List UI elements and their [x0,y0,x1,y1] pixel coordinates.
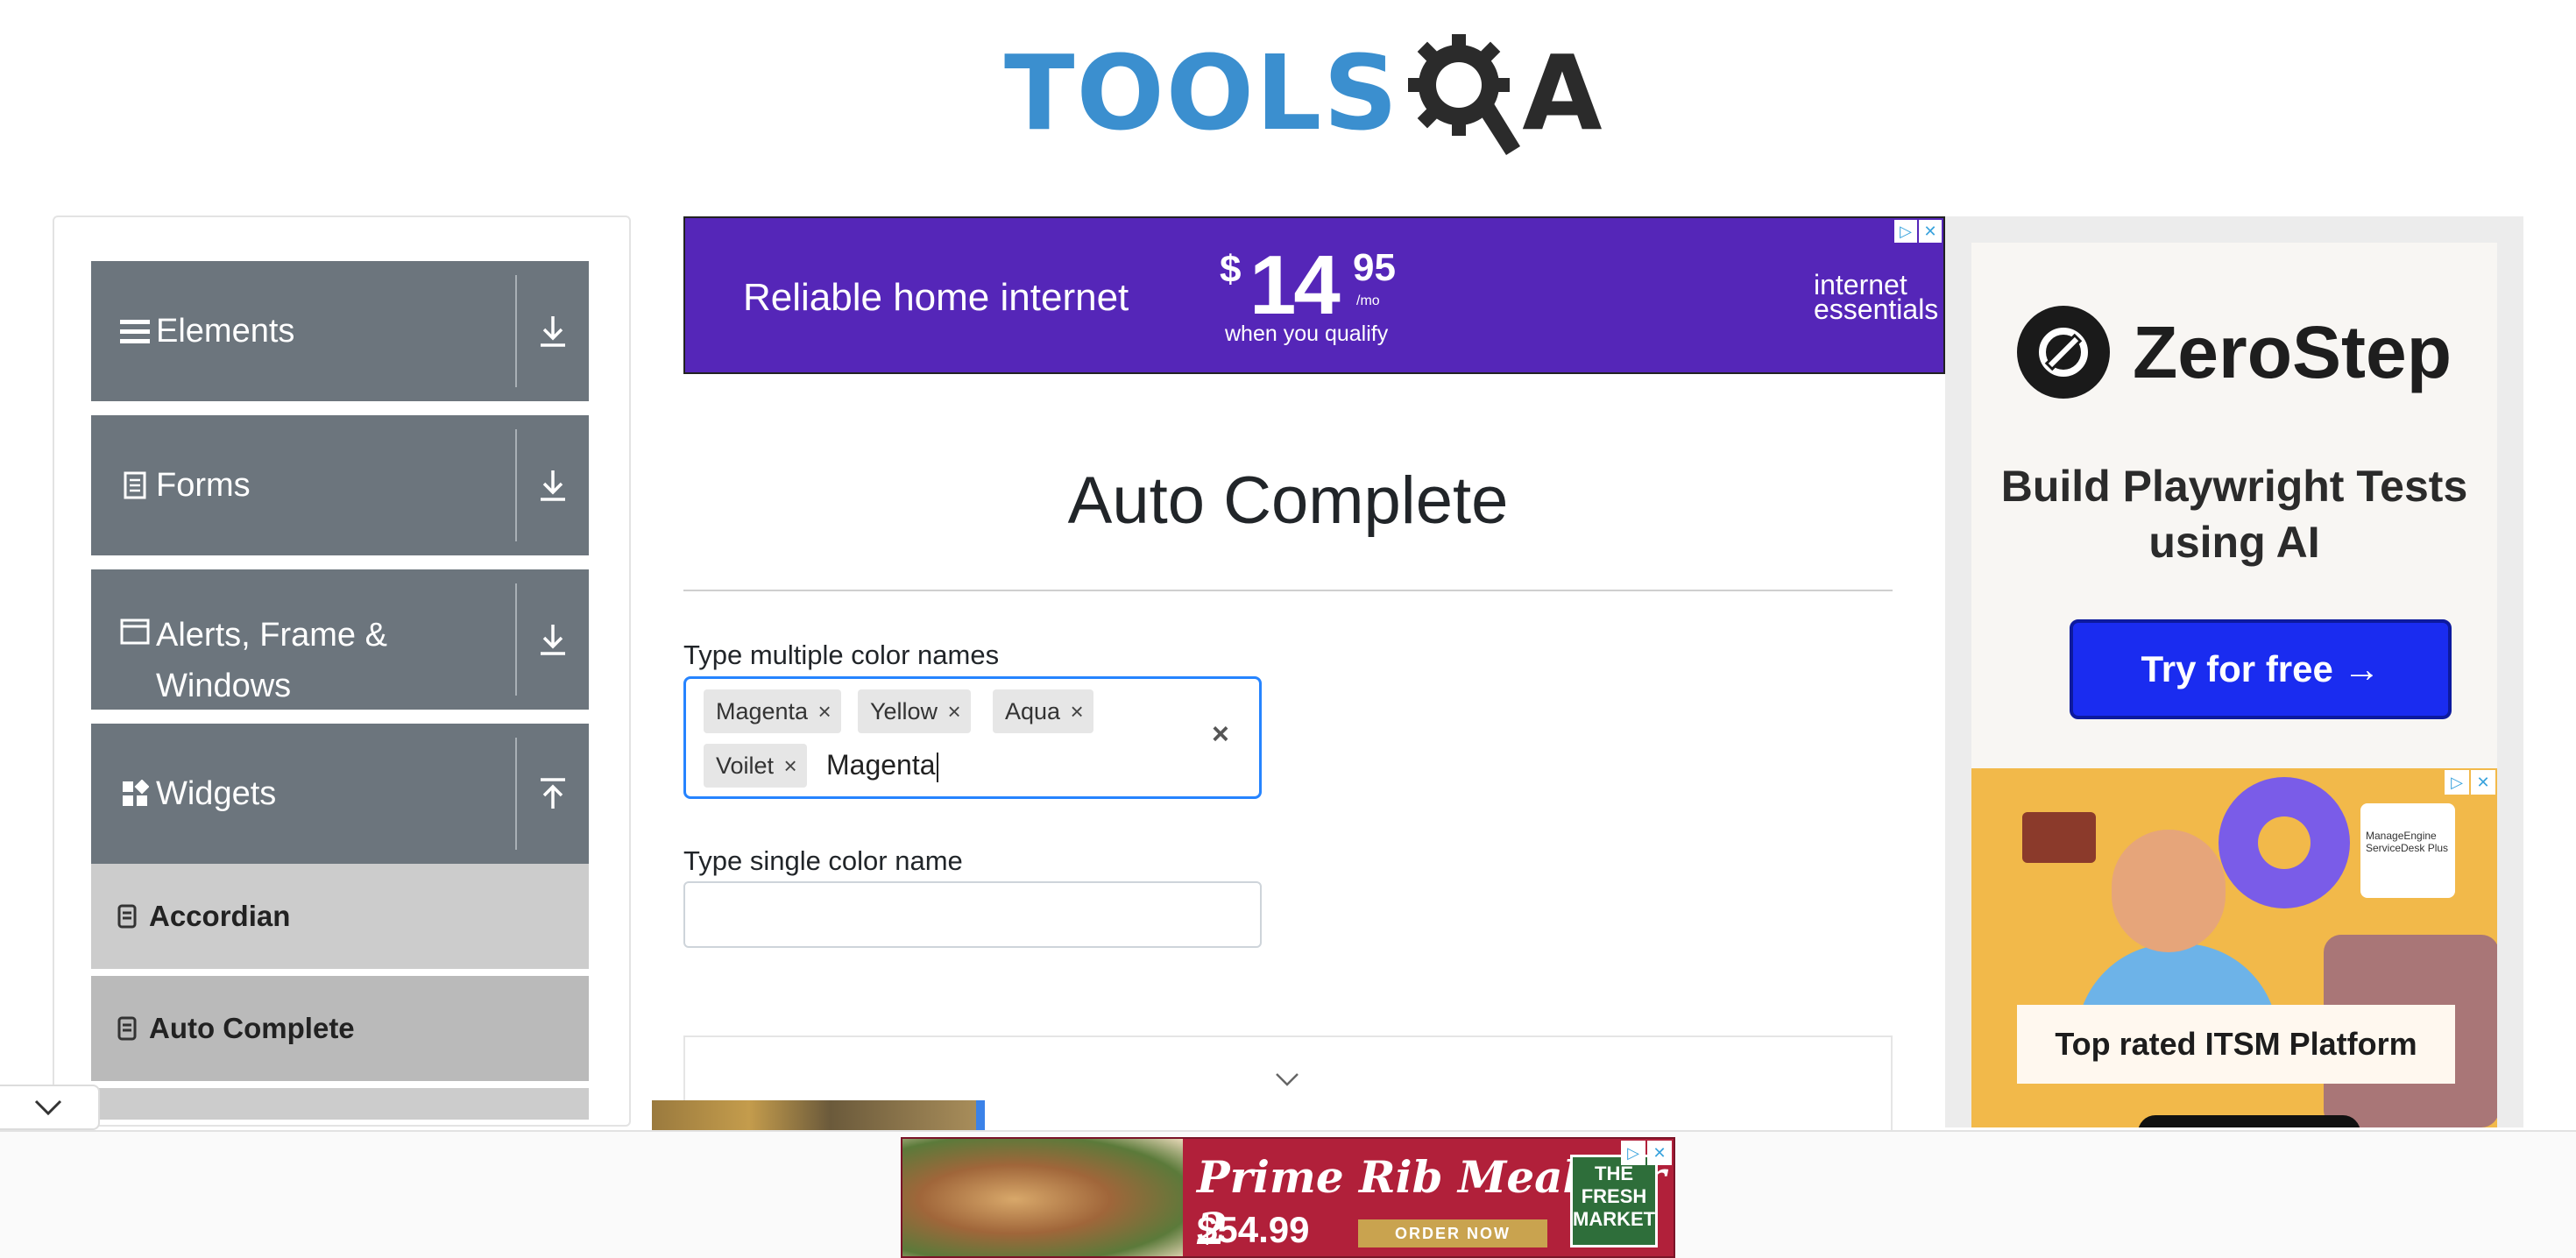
sidebar-item-accordian[interactable]: Accordian [91,864,589,972]
download-icon[interactable] [517,415,589,555]
clear-all-icon[interactable]: × [1212,717,1229,752]
chevron-down-icon [34,1099,62,1116]
widgets-icon [117,780,152,808]
agent-illustration-head [2112,830,2226,952]
fresh-market-logo: THE FRESH MARKET [1570,1155,1658,1247]
zerostep-headline: Build Playwright Tests using AI [2000,462,2468,567]
adchoices-icon[interactable]: ▷ [1894,220,1917,243]
ad-choices[interactable]: ▷ ✕ [1894,220,1942,243]
adchoices-icon[interactable]: ▷ [2445,770,2469,795]
video-thumbnail[interactable] [652,1100,976,1130]
try-for-free-button[interactable]: Try for free → [2070,619,2452,719]
logo-qa-mark: A [1405,27,1603,159]
ad-price-cents: 95 [1353,246,1396,289]
sidebar-group-elements[interactable]: Elements [91,261,589,401]
document-icon [117,471,152,499]
list-icon [117,1016,142,1041]
ad-choices[interactable]: ▷ ✕ [2445,770,2495,795]
window-icon [117,618,152,645]
chip-label: Aqua [1005,697,1061,724]
itsm-cta-button[interactable] [2138,1115,2360,1127]
remove-chip-icon[interactable]: × [1060,698,1093,725]
bottom-ad-price: $54.99 [1197,1209,1310,1250]
page-title: Auto Complete [1067,463,1509,538]
sidebar-group-label: Elements [156,313,295,350]
sidebar-group-label: Widgets [156,775,277,812]
close-icon[interactable]: ✕ [2471,770,2495,795]
sidebar-item-next[interactable] [91,1088,589,1123]
adchoices-icon[interactable]: ▷ [1621,1141,1645,1165]
chip-label: Yellow [870,697,938,724]
zerostep-logo: ZeroStep [2017,306,2452,399]
text-caret [936,752,938,782]
gear-hole [2258,816,2311,869]
chevron-down-icon[interactable] [1274,1071,1300,1088]
zerostep-logo-icon [2017,306,2110,399]
download-icon[interactable] [517,569,589,710]
hamburger-icon [117,318,152,344]
magnifier-gear-icon [1408,34,1521,155]
ad-brand: internet essentials [1814,271,1939,325]
single-color-label: Type single color name [683,845,963,876]
sidebar-group-label: Alerts, Frame & Windows [156,617,387,704]
ad-qualify: when you qualify [1225,322,1389,346]
top-ad-banner[interactable]: Reliable home internet $ 14 95 /mo when … [683,216,1945,374]
sidebar-group-alerts[interactable]: Alerts, Frame & Windows [91,569,589,710]
download-icon[interactable] [517,261,589,401]
zerostep-brand: ZeroStep [2133,310,2452,393]
color-chip: Magenta × [704,689,842,733]
color-chip: Yellow × [858,689,972,733]
collapse-toggle[interactable] [0,1085,100,1130]
left-sidebar: Elements Forms Alerts, Frame & Windows W… [53,216,631,1127]
right-ad-column: ZeroStep Build Playwright Tests using AI… [1945,216,2523,1127]
sidebar-item-label: Accordian [149,900,291,932]
itsm-headline: Top rated ITSM Platform [2017,1005,2455,1084]
remove-chip-icon[interactable]: × [808,698,841,725]
ad-headline: Reliable home internet [743,276,1129,319]
food-image [902,1139,1183,1256]
color-chip: Aqua × [993,689,1094,733]
sidebar-group-forms[interactable]: Forms [91,415,589,555]
list-icon [117,904,142,929]
bottom-ad-banner[interactable]: Prime Rib Meal for 2 $54.99 ORDER NOW TH… [901,1137,1675,1258]
sidebar-group-label: Forms [156,467,251,504]
ad-price-dollar: $ [1220,248,1242,291]
toolsqa-logo[interactable]: TOOLS A [1004,25,1603,161]
close-icon[interactable]: ✕ [1919,220,1942,243]
chip-label: Magenta [716,697,809,724]
multi-color-input[interactable]: Magenta × Yellow × Aqua × Voilet × Magen… [683,676,1262,799]
close-icon[interactable]: ✕ [1647,1141,1672,1165]
single-color-input[interactable] [683,881,1262,948]
chip-label: Voilet [716,752,775,779]
ad-price-main: 14 [1249,238,1341,332]
ad-brand-line: essentials [1814,293,1939,325]
servicedesk-card: ManageEngine ServiceDesk Plus [2360,803,2455,898]
sidebar-item-label: Auto Complete [149,1012,355,1044]
remove-chip-icon[interactable]: × [938,698,971,725]
ad-choices[interactable]: ▷ ✕ [1621,1141,1672,1165]
logo-a-text: A [1522,32,1603,153]
typed-value: Magenta [826,749,936,781]
upload-icon[interactable] [517,724,589,864]
order-now-button[interactable]: ORDER NOW [1358,1219,1547,1247]
video-thumbnail-edge [976,1100,985,1130]
chat-bubble-icon [2022,812,2096,863]
color-chip: Voilet × [704,744,808,788]
sidebar-item-auto-complete[interactable]: Auto Complete [91,976,589,1085]
multi-color-typed-text[interactable]: Magenta [826,749,938,782]
logo-tools-text: TOOLS [1004,32,1400,153]
multi-color-label: Type multiple color names [683,640,1000,670]
sidebar-group-widgets[interactable]: Widgets [91,724,589,864]
title-divider [683,590,1893,591]
itsm-ad[interactable]: ManageEngine ServiceDesk Plus Top rated … [1971,768,2497,1127]
remove-chip-icon[interactable]: × [774,753,807,780]
gear-icon [2219,777,2350,908]
ad-price-per: /mo [1356,293,1380,308]
